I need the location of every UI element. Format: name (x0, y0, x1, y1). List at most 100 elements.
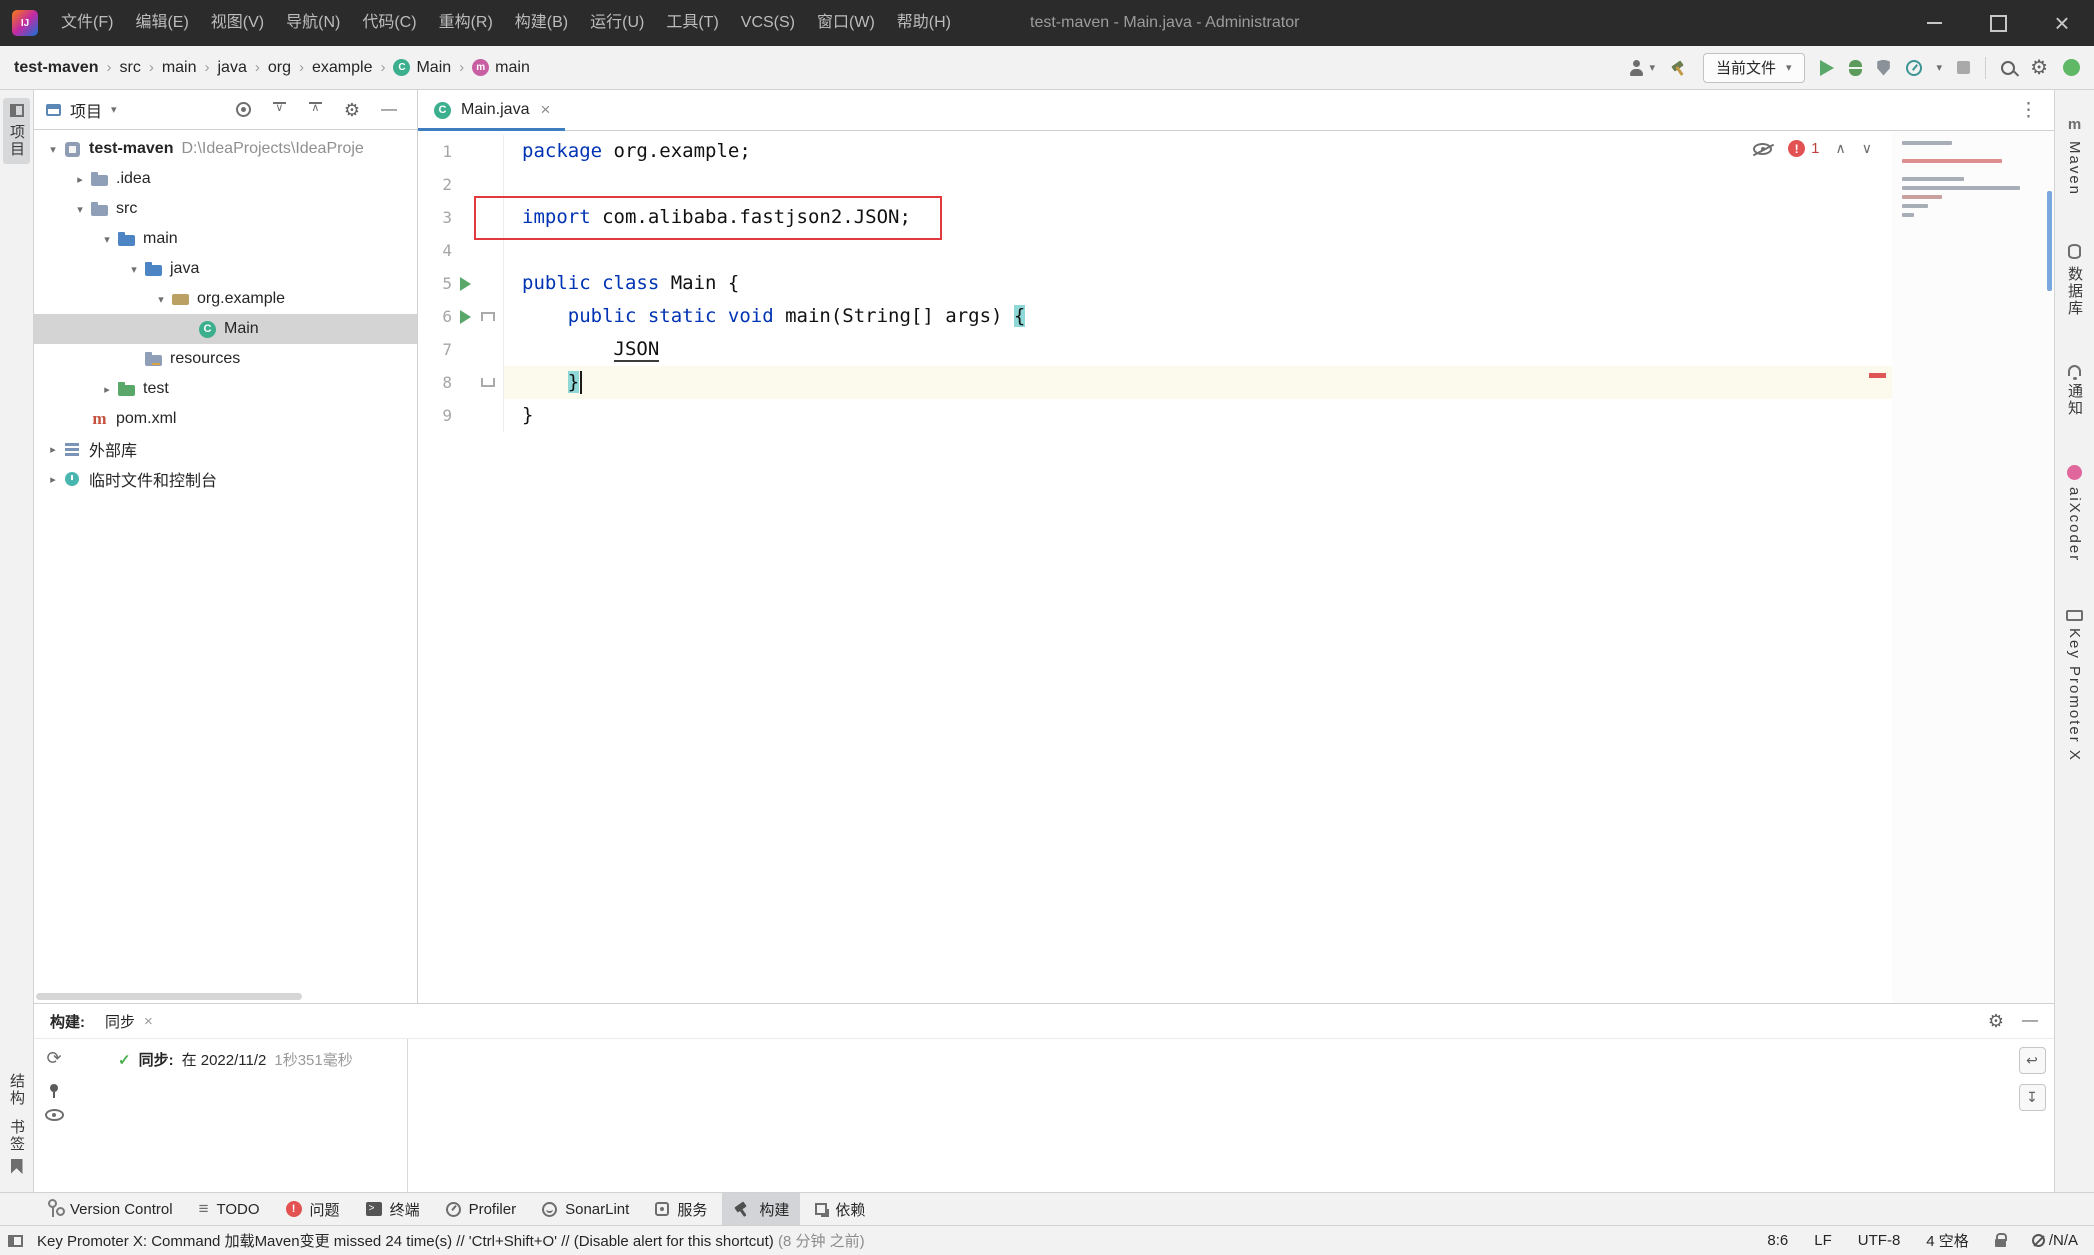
code-editor[interactable]: 1package org.example;23import com.alibab… (418, 131, 2054, 1003)
toolbtn-problems[interactable]: 问题 (275, 1193, 351, 1225)
locate-file-icon[interactable] (236, 102, 251, 117)
tree-chevron-icon[interactable]: ▾ (98, 233, 116, 246)
toolbtn-sonarlint[interactable]: SonarLint (531, 1193, 640, 1225)
maximize-button[interactable] (1966, 0, 2030, 46)
toolbtn-dependencies[interactable]: 依赖 (804, 1193, 876, 1225)
code-line[interactable]: 1package org.example; (418, 135, 1892, 168)
tab-close-icon[interactable]: × (144, 1013, 153, 1030)
menu-item[interactable]: 文件(F) (50, 0, 124, 46)
line-separator[interactable]: LF (1814, 1232, 1832, 1249)
breadcrumb-item[interactable]: CMain (393, 59, 451, 77)
toolbtn-build[interactable]: 构建 (722, 1193, 800, 1225)
horizontal-scrollbar[interactable] (36, 993, 302, 1000)
toolbtn-terminal[interactable]: 终端 (355, 1193, 431, 1225)
breadcrumb-item[interactable]: mmain (472, 59, 530, 77)
breadcrumb-item[interactable]: main (162, 59, 197, 77)
project-panel-title[interactable]: 项目 (70, 98, 102, 122)
chevron-down-icon[interactable]: ▾ (111, 103, 117, 116)
tree-chevron-icon[interactable]: ▾ (71, 203, 89, 216)
breadcrumb-item[interactable]: test-maven (14, 59, 98, 77)
tree-item[interactable]: ▸.idea (34, 164, 417, 194)
debug-button[interactable] (1849, 60, 1862, 76)
profiler-button[interactable] (1906, 60, 1922, 76)
gear-icon[interactable]: ⚙ (344, 101, 360, 119)
lock-icon[interactable] (1995, 1239, 2006, 1247)
error-stripe-mark[interactable] (1869, 373, 1886, 378)
collapse-all-icon[interactable]: ∧ (308, 102, 323, 117)
run-line-icon[interactable] (452, 310, 478, 324)
tree-chevron-icon[interactable]: ▸ (44, 473, 62, 486)
tree-item[interactable]: ▸test (34, 374, 417, 404)
menu-item[interactable]: 帮助(H) (886, 0, 962, 46)
toolbtn-bookmarks[interactable]: 书签 (3, 1113, 30, 1159)
tree-chevron-icon[interactable]: ▸ (71, 173, 89, 186)
toolbtn-structure[interactable]: 结构 (3, 1067, 30, 1113)
tab-options-icon[interactable]: ⋮ (2003, 99, 2054, 122)
build-result-row[interactable]: ✓ 同步: 在 2022/11/2 1秒351毫秒 (118, 1049, 407, 1070)
toolbtn-branch[interactable]: Version Control (36, 1193, 184, 1225)
build-hammer-icon[interactable] (1670, 59, 1688, 77)
menu-item[interactable]: 窗口(W) (806, 0, 886, 46)
code-line[interactable]: 5public class Main { (418, 267, 1892, 300)
bookmark-flag-icon[interactable] (11, 1159, 23, 1174)
refresh-icon[interactable]: ⟳ (46, 1049, 61, 1067)
next-error-icon[interactable]: ∨ (1862, 140, 1872, 157)
menu-item[interactable]: 重构(R) (428, 0, 504, 46)
fold-marker-icon[interactable] (478, 312, 498, 321)
menu-item[interactable]: 导航(N) (275, 0, 351, 46)
fold-marker-icon[interactable] (478, 378, 498, 387)
menu-item[interactable]: 工具(T) (655, 0, 729, 46)
tree-item[interactable]: ▸临时文件和控制台 (34, 464, 417, 494)
close-button[interactable]: × (2030, 0, 2094, 46)
green-plugin-icon[interactable] (2063, 59, 2080, 76)
menu-item[interactable]: 代码(C) (351, 0, 427, 46)
coverage-button[interactable] (1877, 60, 1891, 76)
minimap-scrollbar[interactable] (2047, 191, 2052, 291)
menu-item[interactable]: 视图(V) (200, 0, 275, 46)
user-dropdown[interactable]: ▾ (1628, 59, 1655, 76)
menu-item[interactable]: VCS(S) (730, 0, 806, 46)
breadcrumb-item[interactable]: src (119, 59, 140, 77)
code-line[interactable]: 6 public static void main(String[] args)… (418, 300, 1892, 333)
tree-item[interactable]: resources (34, 344, 417, 374)
search-icon[interactable] (2001, 61, 2015, 75)
more-run-options-icon[interactable]: ▾ (1937, 61, 1943, 74)
toolbtn-todo[interactable]: TODO (188, 1193, 271, 1225)
indent-setting[interactable]: 4 空格 (1926, 1230, 1969, 1251)
run-button[interactable] (1820, 60, 1834, 76)
minimize-button[interactable] (1902, 0, 1966, 46)
tree-chevron-icon[interactable]: ▸ (98, 383, 116, 396)
toolbtn-aixcoder[interactable]: aiXcoder (2063, 459, 2086, 568)
tree-chevron-icon[interactable]: ▾ (44, 143, 62, 156)
toolbtn-bell[interactable]: 通知 (2061, 359, 2088, 423)
breadcrumb-item[interactable]: org (268, 59, 291, 77)
run-configuration-select[interactable]: 当前文件▾ (1703, 53, 1805, 83)
toolbtn-database[interactable]: 数据库 (2061, 238, 2088, 323)
gear-icon[interactable]: ⚙ (2030, 58, 2048, 78)
build-tab-sync[interactable]: 同步 × (105, 1011, 153, 1032)
hide-panel-icon[interactable]: — (2022, 1013, 2038, 1029)
toolbtn-keyboard[interactable]: Key Promoter X (2063, 604, 2086, 768)
menu-item[interactable]: 运行(U) (579, 0, 655, 46)
previous-error-icon[interactable]: ∧ (1836, 140, 1846, 157)
error-indicator[interactable]: ! 1 (1788, 140, 1819, 157)
toolbtn-project[interactable]: 项目 (3, 98, 30, 164)
tree-chevron-icon[interactable]: ▾ (152, 293, 170, 306)
menu-item[interactable]: 编辑(E) (124, 0, 199, 46)
preview-eye-icon[interactable] (45, 1109, 64, 1121)
breadcrumb-item[interactable]: example (312, 59, 372, 77)
editor-tab-main-java[interactable]: Main.java × (418, 90, 565, 130)
toolbtn-profiler[interactable]: Profiler (435, 1193, 528, 1225)
toolwindow-toggle-icon[interactable] (8, 1235, 23, 1247)
na-indicator[interactable]: /N/A (2032, 1232, 2078, 1249)
toolbtn-maven-tool[interactable]: Maven (2063, 110, 2086, 202)
menu-item[interactable]: 构建(B) (504, 0, 579, 46)
code-line[interactable]: 3import com.alibaba.fastjson2.JSON; (418, 201, 1892, 234)
code-line[interactable]: 8 } (418, 366, 1892, 399)
tree-chevron-icon[interactable]: ▾ (125, 263, 143, 276)
gear-icon[interactable]: ⚙ (1988, 1012, 2004, 1030)
tab-close-icon[interactable]: × (540, 100, 550, 120)
tree-chevron-icon[interactable]: ▸ (44, 443, 62, 456)
expand-all-icon[interactable]: ∨ (272, 102, 287, 117)
scroll-to-end-icon[interactable]: ↧ (2019, 1084, 2046, 1111)
